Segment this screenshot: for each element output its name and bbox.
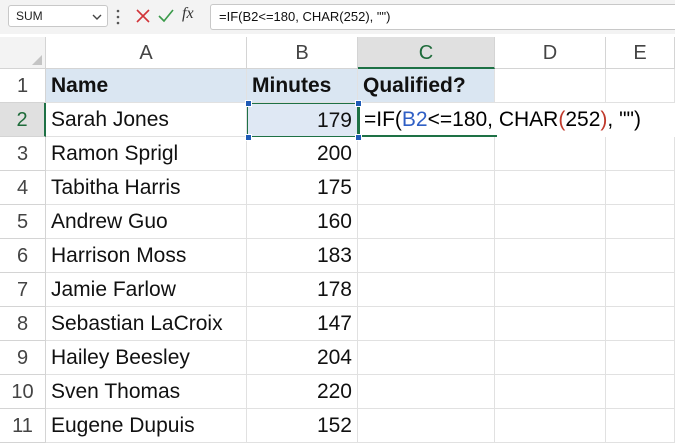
formula-arg: 252 (565, 108, 601, 131)
formula-text: =IF(B2<=180, CHAR(252), "") (219, 9, 391, 24)
cell-a1[interactable]: Name (46, 69, 247, 103)
chevron-down-icon[interactable] (91, 11, 103, 23)
cell-b8[interactable]: 147 (247, 307, 358, 341)
row-header-10[interactable]: 10 (0, 375, 46, 409)
row-header-7[interactable]: 7 (0, 273, 46, 307)
formula-part-end: , "") (607, 108, 641, 131)
name-box-value: SUM (16, 9, 43, 23)
row-header-8[interactable]: 8 (0, 307, 46, 341)
cell-b5[interactable]: 160 (247, 205, 358, 239)
row-header-9[interactable]: 9 (0, 341, 46, 375)
row-header-4[interactable]: 4 (0, 171, 46, 205)
name-box[interactable]: SUM (8, 5, 108, 27)
cancel-icon[interactable] (134, 7, 152, 25)
formula-ref-b2: B2 (401, 108, 428, 131)
enter-icon[interactable] (157, 7, 175, 25)
cell-b11[interactable]: 152 (247, 409, 358, 443)
column-header-d[interactable]: D (495, 37, 606, 69)
cell-d1[interactable] (495, 69, 606, 103)
column-header-b[interactable]: B (247, 37, 358, 69)
ref-handle-br[interactable] (355, 134, 362, 141)
formula-input[interactable]: =IF(B2<=180, CHAR(252), "") (210, 4, 675, 30)
cell-b2[interactable]: 179 (247, 103, 358, 137)
formula-bar: SUM fx =IF(B2<=180, CHAR(252), "") (0, 0, 675, 34)
cell-a6[interactable]: Harrison Moss (46, 239, 247, 273)
select-all-button[interactable] (0, 37, 46, 69)
cell-b4[interactable]: 175 (247, 171, 358, 205)
cell-a9[interactable]: Hailey Beesley (46, 341, 247, 375)
cell-a4[interactable]: Tabitha Harris (46, 171, 247, 205)
column-header-c[interactable]: C (358, 37, 495, 69)
ref-handle-bl[interactable] (245, 134, 252, 141)
cell-b7[interactable]: 178 (247, 273, 358, 307)
cell-a11[interactable]: Eugene Dupuis (46, 409, 247, 443)
cell-a8[interactable]: Sebastian LaCroix (46, 307, 247, 341)
ref-handle-tr[interactable] (355, 100, 362, 107)
cell-b9[interactable]: 204 (247, 341, 358, 375)
ref-handle-tl[interactable] (245, 100, 252, 107)
column-header-a[interactable]: A (46, 37, 247, 69)
row-header-2[interactable]: 2 (0, 103, 46, 137)
row-header-6[interactable]: 6 (0, 239, 46, 273)
cell-a10[interactable]: Sven Thomas (46, 375, 247, 409)
cell-a5[interactable]: Andrew Guo (46, 205, 247, 239)
cell-e1[interactable] (606, 69, 675, 103)
cell-b10[interactable]: 220 (247, 375, 358, 409)
cell-b1[interactable]: Minutes (247, 69, 358, 103)
row-header-5[interactable]: 5 (0, 205, 46, 239)
cell-b6[interactable]: 183 (247, 239, 358, 273)
cell-a7[interactable]: Jamie Farlow (46, 273, 247, 307)
cell-c2-editor[interactable]: =IF(B2<=180, CHAR(252), "") (358, 103, 675, 137)
column-header-e[interactable]: E (606, 37, 675, 69)
cell-c1[interactable]: Qualified? (358, 69, 495, 103)
insert-function-icon[interactable]: fx (182, 5, 194, 23)
formula-part-if: =IF( (364, 108, 402, 131)
formula-part-char: <=180, CHAR (427, 108, 559, 131)
row-header-3[interactable]: 3 (0, 137, 46, 171)
more-vertical-icon[interactable] (116, 9, 120, 25)
row-header-11[interactable]: 11 (0, 409, 46, 443)
cell-a3[interactable]: Ramon Sprigl (46, 137, 247, 171)
row-header-1[interactable]: 1 (0, 69, 46, 103)
grid-lines (358, 170, 675, 443)
cell-a2[interactable]: Sarah Jones (46, 103, 247, 137)
cell-b3[interactable]: 200 (247, 137, 358, 171)
